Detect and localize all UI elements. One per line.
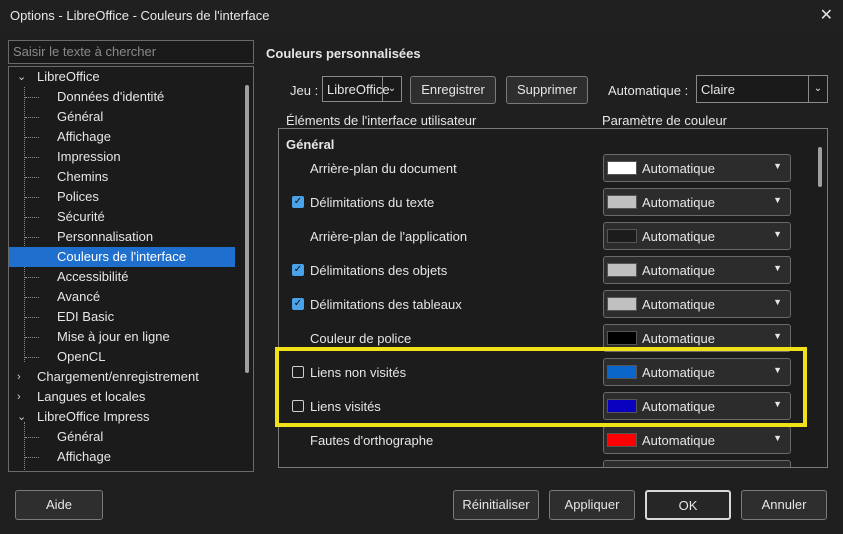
chevron-down-icon[interactable]: ⌄ xyxy=(17,67,26,87)
tree-item[interactable]: Affichage xyxy=(9,447,235,467)
auto-value: Claire xyxy=(701,82,735,97)
color-dropdown[interactable] xyxy=(603,460,791,467)
tree-item[interactable]: Mise à jour en ligne xyxy=(9,327,235,347)
chevron-down-icon[interactable]: ⌄ xyxy=(808,76,827,102)
tree-item-selected[interactable]: Couleurs de l'interface xyxy=(9,247,235,267)
tree-item[interactable]: Général xyxy=(9,427,235,447)
color-swatch xyxy=(607,161,637,175)
dropdown-arrow-icon: ▼ xyxy=(773,331,782,341)
tree-item[interactable]: Personnalisation xyxy=(9,227,235,247)
checkbox[interactable]: ✓ xyxy=(292,196,304,208)
title-bar: Options - LibreOffice - Couleurs de l'in… xyxy=(0,0,843,32)
color-dropdown[interactable]: Automatique ▼ xyxy=(603,426,791,454)
tree-item-chargement[interactable]: › Chargement/enregistrement xyxy=(9,367,235,387)
tree-scrollbar[interactable] xyxy=(245,85,249,373)
tree-item[interactable]: OpenCL xyxy=(9,347,235,367)
options-tree[interactable]: ⌄ LibreOffice Données d'identité Général… xyxy=(8,66,254,472)
column-header-elements: Éléments de l'interface utilisateur xyxy=(286,113,477,128)
row-label: Arrière-plan de l'application xyxy=(310,229,468,244)
color-swatch xyxy=(607,433,637,447)
row-label: Fautes d'orthographe xyxy=(310,433,434,448)
tree-item-impress[interactable]: ⌄ LibreOffice Impress xyxy=(9,407,235,427)
highlight-box xyxy=(275,347,807,427)
save-scheme-button[interactable]: Enregistrer xyxy=(410,76,496,104)
color-swatch xyxy=(607,331,637,345)
tree-item[interactable]: Général xyxy=(9,107,235,127)
color-dropdown[interactable]: Automatique ▼ xyxy=(603,290,791,318)
color-swatch xyxy=(607,263,637,277)
jeu-label: Jeu : xyxy=(290,83,319,98)
row-label: Délimitations des objets xyxy=(310,263,448,278)
auto-label: Automatique : xyxy=(608,83,689,98)
close-icon[interactable]: ✕ xyxy=(820,5,833,25)
panel-scrollbar[interactable] xyxy=(818,147,822,187)
chevron-right-icon[interactable]: › xyxy=(17,387,21,407)
scheme-value: LibreOffice xyxy=(327,82,390,97)
help-button[interactable]: Aide xyxy=(15,490,103,520)
reset-button[interactable]: Réinitialiser xyxy=(453,490,539,520)
color-dropdown[interactable]: Automatique ▼ xyxy=(603,222,791,250)
tree-item-libreoffice[interactable]: ⌄ LibreOffice xyxy=(9,67,235,87)
chevron-down-icon[interactable]: ⌄ xyxy=(17,407,26,427)
color-swatch xyxy=(607,229,637,243)
cancel-button[interactable]: Annuler xyxy=(741,490,827,520)
color-swatch xyxy=(607,297,637,311)
color-dropdown[interactable]: Automatique ▼ xyxy=(603,154,791,182)
color-dropdown[interactable]: Automatique ▼ xyxy=(603,188,791,216)
search-field[interactable] xyxy=(8,40,254,64)
row-label: Arrière-plan du document xyxy=(310,161,457,176)
window-title: Options - LibreOffice - Couleurs de l'in… xyxy=(10,8,270,23)
scheme-select[interactable]: LibreOffice ⌄ xyxy=(322,76,402,102)
tree-item[interactable]: Accessibilité xyxy=(9,267,235,287)
search-input[interactable] xyxy=(9,41,253,61)
tree-item[interactable]: Impression xyxy=(9,147,235,167)
tree-item-langues[interactable]: › Langues et locales xyxy=(9,387,235,407)
section-title: Couleurs personnalisées xyxy=(266,46,421,61)
auto-select[interactable]: Claire ⌄ xyxy=(696,75,828,103)
row-label: Délimitations du texte xyxy=(310,195,435,210)
dropdown-arrow-icon: ▼ xyxy=(773,297,782,307)
tree-item[interactable]: Affichage xyxy=(9,127,235,147)
tree-item[interactable]: Données d'identité xyxy=(9,87,235,107)
delete-scheme-button[interactable]: Supprimer xyxy=(506,76,588,104)
dropdown-arrow-icon: ▼ xyxy=(773,263,782,273)
ok-button[interactable]: OK xyxy=(645,490,731,520)
row-label: Couleur de police xyxy=(310,331,412,346)
tree-item[interactable]: Polices xyxy=(9,187,235,207)
color-dropdown[interactable]: Automatique ▼ xyxy=(603,256,791,284)
column-header-param: Paramètre de couleur xyxy=(602,113,728,128)
dropdown-arrow-icon: ▼ xyxy=(773,433,782,443)
checkbox[interactable]: ✓ xyxy=(292,298,304,310)
dropdown-arrow-icon: ▼ xyxy=(773,195,782,205)
group-title: Général xyxy=(286,137,335,152)
chevron-right-icon[interactable]: › xyxy=(17,367,21,387)
tree-item[interactable]: Chemins xyxy=(9,167,235,187)
dropdown-arrow-icon: ▼ xyxy=(773,161,782,171)
checkbox[interactable]: ✓ xyxy=(292,264,304,276)
apply-button[interactable]: Appliquer xyxy=(549,490,635,520)
chevron-down-icon[interactable]: ⌄ xyxy=(382,77,401,101)
tree-item[interactable]: Sécurité xyxy=(9,207,235,227)
tree-item[interactable]: EDI Basic xyxy=(9,307,235,327)
row-label: Délimitations des tableaux xyxy=(310,297,462,312)
dropdown-arrow-icon: ▼ xyxy=(773,229,782,239)
tree-item[interactable]: Avancé xyxy=(9,287,235,307)
color-swatch xyxy=(607,195,637,209)
